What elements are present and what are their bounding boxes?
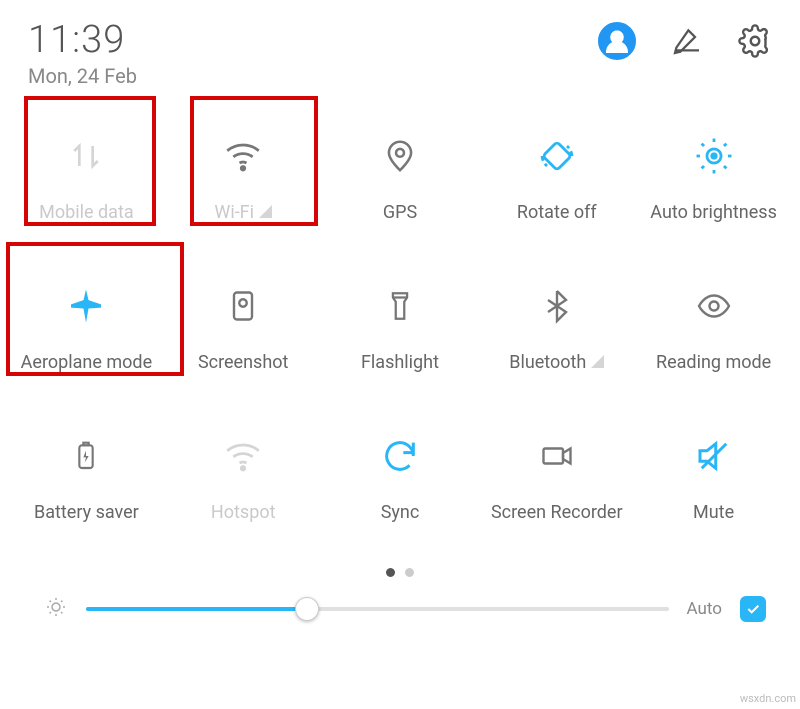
tile-label: Flashlight [361,352,439,373]
tile-hotspot[interactable]: Hotspot [165,414,322,564]
clock-time: 11:39 [28,18,137,62]
location-pin-icon [376,132,424,180]
signal-icon [259,205,272,218]
brightness-slider[interactable] [86,607,669,611]
tile-label: Reading mode [656,352,771,373]
tile-label: Aeroplane mode [21,352,152,373]
tile-label: Bluetooth [509,352,604,373]
bluetooth-icon [533,282,581,330]
auto-brightness-label: Auto [687,599,722,619]
tile-wifi[interactable]: Wi-Fi [165,114,322,264]
tile-battery-saver[interactable]: Battery saver [8,414,165,564]
airplane-icon [62,282,110,330]
sync-icon [376,432,424,480]
signal-icon [591,355,604,368]
screenshot-icon [219,282,267,330]
tile-label: GPS [383,202,417,223]
battery-saver-icon [62,432,110,480]
slider-thumb[interactable] [295,597,319,621]
tiles-grid: Mobile data Wi-Fi GPS Rotate off Auto br [0,96,800,564]
tile-gps[interactable]: GPS [322,114,479,264]
status-header: 11:39 Mon, 24 Feb [0,0,800,96]
header-actions [598,22,772,60]
tile-label: Wi-Fi [214,202,272,223]
page-indicator [0,568,800,577]
time-date-block: 11:39 Mon, 24 Feb [28,18,137,88]
tile-screenshot[interactable]: Screenshot [165,264,322,414]
tile-label: Screenshot [198,352,288,373]
tile-label: Mute [693,502,734,523]
watermark: wsxdn.com [740,692,796,705]
flashlight-icon [376,282,424,330]
mobile-data-icon [62,132,110,180]
tile-mute[interactable]: Mute [635,414,792,564]
clock-date: Mon, 24 Feb [28,64,137,88]
tile-label: Auto brightness [650,202,777,223]
tile-reading[interactable]: Reading mode [635,264,792,414]
auto-brightness-checkbox[interactable] [740,596,766,622]
settings-gear-icon[interactable] [738,24,772,58]
tile-label: Rotate off [517,202,597,223]
tile-flashlight[interactable]: Flashlight [322,264,479,414]
rotate-lock-icon [533,132,581,180]
tile-mobile-data[interactable]: Mobile data [8,114,165,264]
tile-label: Sync [381,502,420,523]
tile-sync[interactable]: Sync [322,414,479,564]
profile-avatar-icon[interactable] [598,22,636,60]
edit-icon[interactable] [670,24,704,58]
video-camera-icon [533,432,581,480]
brightness-auto-icon [690,132,738,180]
tile-auto-brightness[interactable]: Auto brightness [635,114,792,264]
tile-label: Mobile data [39,202,133,223]
quick-settings-panel: Mobile data Wi-Fi GPS Rotate off Auto br [0,96,800,564]
eye-icon [690,282,738,330]
wifi-icon [219,132,267,180]
tile-rotate[interactable]: Rotate off [478,114,635,264]
tile-label: Battery saver [34,502,139,523]
tile-label: Hotspot [211,502,276,523]
tile-airplane[interactable]: Aeroplane mode [8,264,165,414]
hotspot-icon [219,432,267,480]
pager-dot[interactable] [405,568,414,577]
pager-dot[interactable] [386,568,395,577]
brightness-row: Auto [0,595,800,623]
tile-screen-recorder[interactable]: Screen Recorder [478,414,635,564]
brightness-low-icon [44,595,68,623]
tile-label: Screen Recorder [491,502,623,523]
mute-icon [690,432,738,480]
tile-bluetooth[interactable]: Bluetooth [478,264,635,414]
